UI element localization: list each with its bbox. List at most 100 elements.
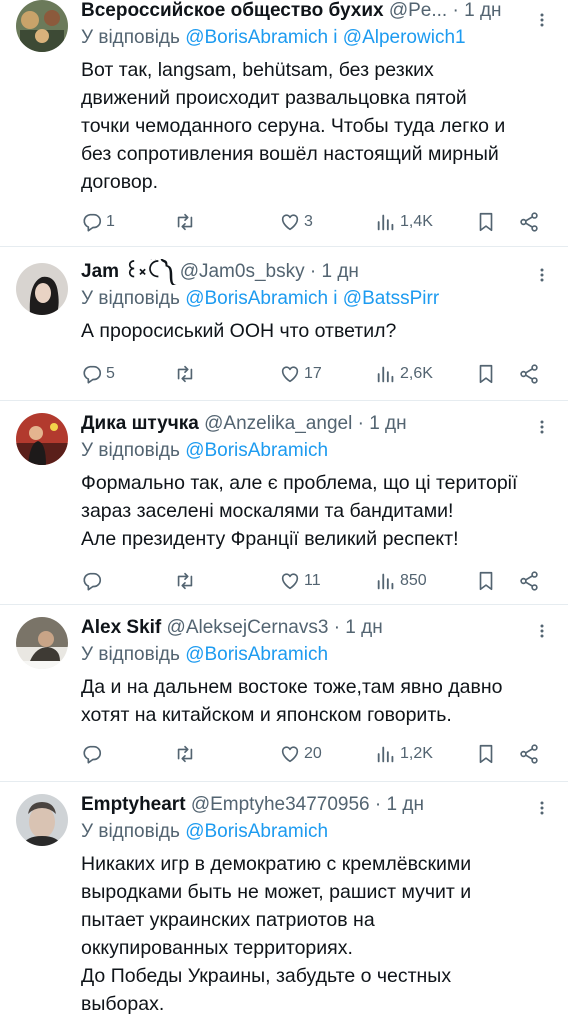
reply-icon	[83, 213, 102, 232]
tweet-text-line: зараз заселені москалями та бандитами!	[81, 500, 454, 522]
user-handle[interactable]: @Pe...	[389, 0, 447, 21]
like-button[interactable]: 11	[279, 566, 321, 596]
like-count: 3	[304, 213, 313, 230]
reply-button[interactable]	[81, 739, 106, 769]
tweet-text-line: Формально так, але є проблема, що ці тер…	[81, 472, 518, 494]
reply-button[interactable]: 1	[81, 207, 115, 237]
reply-icon	[83, 365, 102, 384]
view-count: 1,4K	[400, 213, 433, 230]
share-button[interactable]	[518, 359, 540, 389]
retweet-button[interactable]	[174, 566, 199, 596]
like-icon	[281, 746, 299, 763]
bookmark-button[interactable]	[475, 359, 497, 389]
bookmark-button[interactable]	[475, 207, 497, 237]
display-name[interactable]: Alex Skif	[81, 617, 161, 638]
user-handle[interactable]: @Jam0s_bsky	[180, 261, 305, 282]
reply-button[interactable]: 5	[81, 359, 115, 389]
reply-count: 1	[106, 213, 115, 230]
retweet-button[interactable]	[174, 207, 199, 237]
avatar[interactable]	[16, 413, 68, 465]
user-handle[interactable]: @Emptyhe34770956	[191, 794, 370, 815]
tweet-text-line: выборах.	[81, 993, 165, 1015]
reply-prefix: У відповідь	[81, 27, 180, 48]
bookmark-icon	[479, 212, 493, 232]
separator-dot: ·	[452, 0, 459, 21]
reply-mentions[interactable]: @BorisAbramich	[185, 644, 328, 665]
reply-button[interactable]	[81, 566, 106, 596]
reply-icon	[83, 745, 102, 764]
like-button[interactable]: 17	[279, 359, 322, 389]
views-button[interactable]: 850	[375, 566, 427, 596]
display-name[interactable]: Jam ꒰༝ꉓ༽	[81, 261, 174, 282]
tweet-text-line: Никаких игр в демократию с кремлёвскими	[81, 853, 472, 875]
views-button[interactable]: 1,2K	[375, 739, 433, 769]
timestamp[interactable]: 1 дн	[345, 617, 382, 638]
tweet-header: Emptyheart @Emptyhe34770956 · 1 дн	[81, 792, 552, 818]
reply-mentions[interactable]: @BorisAbramich	[185, 821, 328, 842]
views-icon	[377, 214, 394, 231]
retweet-button[interactable]	[174, 739, 199, 769]
more-icon[interactable]	[534, 623, 550, 639]
reply-mentions[interactable]: @BorisAbramich і @BatssPirr	[185, 288, 439, 309]
avatar[interactable]	[16, 263, 68, 315]
tweet-text-line: договор.	[81, 171, 159, 193]
bookmark-icon	[479, 571, 493, 591]
timestamp[interactable]: 1 дн	[387, 794, 424, 815]
tweet[interactable]: Jam ꒰༝ꉓ༽ @Jam0s_bsky · 1 дн У відповідь …	[0, 247, 568, 401]
view-count: 2,6K	[400, 365, 433, 382]
more-icon[interactable]	[534, 267, 550, 283]
display-name[interactable]: Emptyheart	[81, 794, 186, 815]
separator-dot: ·	[333, 617, 341, 638]
timestamp[interactable]: 1 дн	[321, 261, 358, 282]
more-icon[interactable]	[534, 419, 550, 435]
reply-icon	[83, 572, 102, 591]
tweet-text-line: точки чемоданного серуна. Чтобы туда лег…	[81, 115, 506, 137]
bookmark-button[interactable]	[475, 566, 497, 596]
reply-mentions[interactable]: @BorisAbramich	[185, 440, 328, 461]
tweet-text-line: пытает украинских патриотов на	[81, 909, 375, 931]
tweet[interactable]: Дика штучка @Anzelika_angel · 1 дн У від…	[0, 401, 568, 605]
more-icon[interactable]	[534, 12, 550, 28]
like-icon	[281, 366, 299, 383]
views-button[interactable]: 2,6K	[375, 359, 433, 389]
share-button[interactable]	[518, 739, 540, 769]
share-button[interactable]	[518, 207, 540, 237]
tweet-text-line: А проросиський ООН что ответил?	[81, 320, 397, 342]
user-handle[interactable]: @AleksejCernavs3	[167, 617, 329, 638]
tweet[interactable]: Alex Skif @AleksejCernavs3 · 1 дн У відп…	[0, 605, 568, 782]
retweet-button[interactable]	[174, 359, 199, 389]
tweet-text-line: без сопротивления вошёл настоящий мирный	[81, 143, 499, 165]
display-name[interactable]: Дика штучка	[81, 413, 199, 434]
tweet-text: Формально так, але є проблема, що ці тер…	[81, 469, 552, 553]
reply-mentions[interactable]: @BorisAbramich і @Alperowich1	[185, 27, 465, 48]
bookmark-icon	[479, 744, 493, 764]
reply-prefix: У відповідь	[81, 644, 180, 665]
tweet-text: Никаких игр в демократию с кремлёвскими …	[81, 850, 552, 1018]
views-button[interactable]: 1,4K	[375, 207, 433, 237]
avatar[interactable]	[16, 0, 68, 52]
avatar[interactable]	[16, 794, 68, 846]
reply-prefix: У відповідь	[81, 821, 180, 842]
like-button[interactable]: 20	[279, 739, 322, 769]
user-handle[interactable]: @Anzelika_angel	[204, 413, 352, 434]
tweet-header: Jam ꒰༝ꉓ༽ @Jam0s_bsky · 1 дн	[81, 259, 552, 285]
timestamp[interactable]: 1 дн	[369, 413, 406, 434]
tweet[interactable]: Emptyheart @Emptyhe34770956 · 1 дн У від…	[0, 782, 568, 1024]
share-button[interactable]	[518, 566, 540, 596]
reply-prefix: У відповідь	[81, 440, 180, 461]
more-icon[interactable]	[534, 800, 550, 816]
tweet-header: Дика штучка @Anzelika_angel · 1 дн	[81, 411, 552, 437]
tweet-text-line: До Победы Украины, забудьте о честных	[81, 965, 452, 987]
reply-count: 5	[106, 365, 115, 382]
like-icon	[281, 214, 299, 231]
timestamp[interactable]: 1 дн	[464, 0, 501, 21]
reply-context: У відповідь @BorisAbramich і @BatssPirr	[81, 285, 552, 313]
avatar[interactable]	[16, 617, 68, 669]
display-name[interactable]: Всероссийское общество бухих	[81, 0, 384, 21]
reply-context: У відповідь @BorisAbramich	[81, 437, 552, 465]
bookmark-button[interactable]	[475, 739, 497, 769]
reply-context: У відповідь @BorisAbramich	[81, 818, 552, 846]
tweet-actions: 1 3 1,4K	[81, 207, 551, 237]
like-button[interactable]: 3	[279, 207, 313, 237]
tweet[interactable]: Всероссийское общество бухих @Pe... · 1 …	[0, 0, 568, 247]
